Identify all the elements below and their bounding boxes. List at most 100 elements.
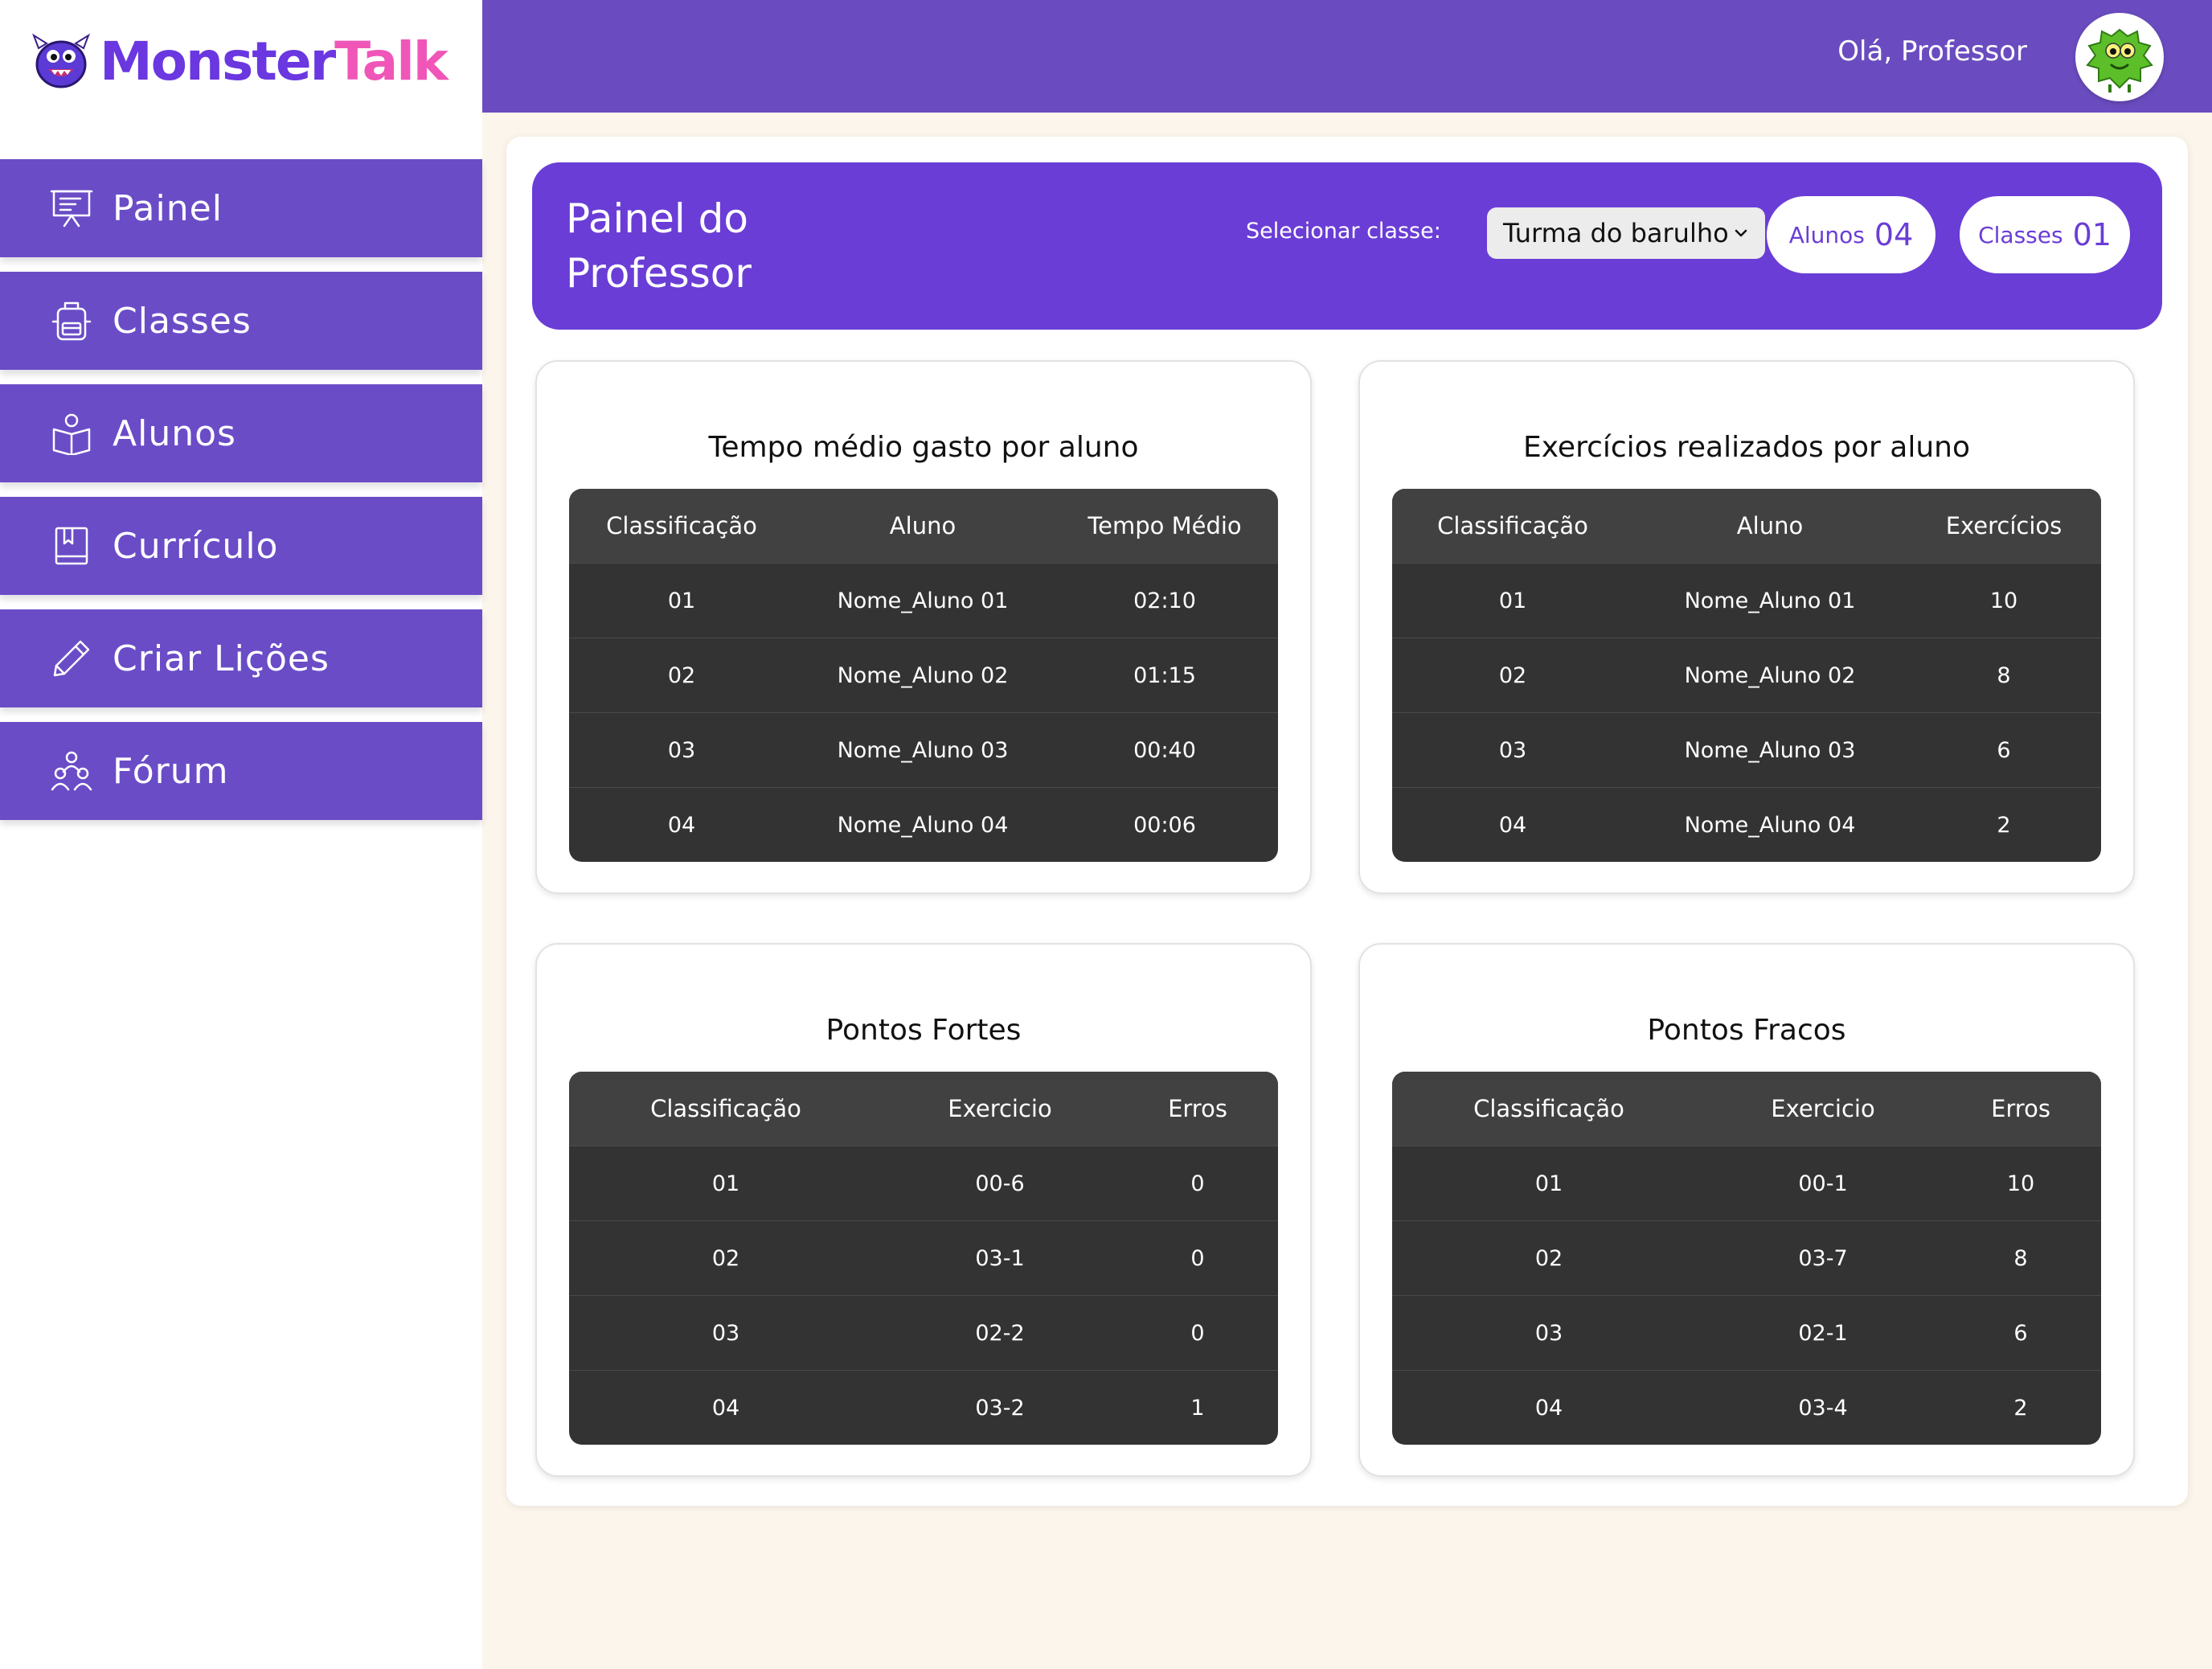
table-cell: 04 bbox=[711, 1395, 740, 1421]
table-cell: 01 bbox=[1498, 588, 1527, 613]
strengths-card: Pontos Fortes Classificação Exercicio Er… bbox=[535, 943, 1312, 1477]
table-cell: Nome_Aluno 04 bbox=[837, 812, 1009, 838]
column-header: Classificação bbox=[1473, 1095, 1624, 1122]
table-cell: Nome_Aluno 01 bbox=[1684, 588, 1856, 613]
top-bar: Olá, Professor bbox=[482, 0, 2212, 113]
classes-count-badge[interactable]: Classes 01 bbox=[1960, 196, 2130, 273]
table-cell: Nome_Aluno 02 bbox=[1684, 662, 1856, 688]
table-header: Classificação Aluno Exercícios bbox=[1392, 489, 2101, 563]
table-cell: 02 bbox=[711, 1245, 740, 1271]
column-header: Exercicio bbox=[1771, 1095, 1875, 1122]
table-cell: 10 bbox=[2006, 1171, 2035, 1196]
table-cell: 03-7 bbox=[1798, 1245, 1848, 1271]
table-cell: 03-4 bbox=[1798, 1395, 1848, 1421]
monster-logo-icon bbox=[32, 33, 90, 88]
dashboard-hero: Painel do Professor Selecionar classe: T… bbox=[532, 162, 2162, 330]
sidebar-item-painel[interactable]: Painel bbox=[0, 159, 482, 257]
table-cell: 6 bbox=[2013, 1320, 2028, 1346]
table-cell: 00-6 bbox=[975, 1171, 1025, 1196]
sidebar-item-curriculo[interactable]: Currículo bbox=[0, 497, 482, 595]
avg-time-card: Tempo médio gasto por aluno Classificaçã… bbox=[535, 360, 1312, 894]
table-cell: 2 bbox=[1997, 812, 2011, 838]
backpack-icon bbox=[51, 301, 92, 341]
table-row: 02 Nome_Aluno 02 01:15 bbox=[569, 638, 1278, 712]
table-cell: Nome_Aluno 04 bbox=[1684, 812, 1856, 838]
avg-time-table: Classificação Aluno Tempo Médio 01 Nome_… bbox=[569, 489, 1278, 862]
table-cell: 02-1 bbox=[1798, 1320, 1848, 1346]
strengths-table: Classificação Exercicio Erros 01 00-6 0 … bbox=[569, 1072, 1278, 1445]
table-cell: 04 bbox=[1534, 1395, 1563, 1421]
table-cell: 0 bbox=[1190, 1320, 1205, 1346]
table-cell: 00:40 bbox=[1133, 737, 1196, 763]
table-row: 01 Nome_Aluno 01 10 bbox=[1392, 563, 2101, 638]
student-book-icon bbox=[52, 413, 91, 455]
class-select-value: Turma do barulho bbox=[1503, 218, 1729, 248]
table-row: 04 Nome_Aluno 04 00:06 bbox=[569, 787, 1278, 862]
page-title: Painel do Professor bbox=[566, 195, 752, 297]
bookmark-book-icon bbox=[55, 527, 88, 565]
table-cell: 03 bbox=[667, 737, 696, 763]
classes-count-value: 01 bbox=[2072, 217, 2112, 252]
table-row: 01 00-6 0 bbox=[569, 1146, 1278, 1220]
exercises-table: Classificação Aluno Exercícios 01 Nome_A… bbox=[1392, 489, 2101, 862]
table-cell: 8 bbox=[2013, 1245, 2028, 1271]
table-cell: 03 bbox=[711, 1320, 740, 1346]
table-cell: 10 bbox=[1989, 588, 2018, 613]
column-header: Aluno bbox=[1736, 512, 1804, 539]
sidebar: MonsterTalk Painel Classes Alunos Curríc… bbox=[0, 0, 482, 1669]
sidebar-item-label: Painel bbox=[113, 187, 223, 229]
sidebar-item-forum[interactable]: Fórum bbox=[0, 722, 482, 820]
table-cell: 01 bbox=[667, 588, 696, 613]
sidebar-item-classes[interactable]: Classes bbox=[0, 272, 482, 370]
table-row: 04 03-4 2 bbox=[1392, 1370, 2101, 1445]
column-header: Erros bbox=[1991, 1095, 2050, 1122]
class-select-label: Selecionar classe: bbox=[1246, 219, 1441, 244]
main-content: Painel do Professor Selecionar classe: T… bbox=[506, 137, 2188, 1506]
exercises-card: Exercícios realizados por aluno Classifi… bbox=[1358, 360, 2135, 894]
sidebar-item-label: Criar Lições bbox=[113, 638, 330, 679]
table-cell: 03-1 bbox=[975, 1245, 1025, 1271]
sidebar-item-label: Classes bbox=[113, 300, 252, 342]
table-row: 01 Nome_Aluno 01 02:10 bbox=[569, 563, 1278, 638]
column-header: Exercicio bbox=[948, 1095, 1052, 1122]
column-header: Exercícios bbox=[1945, 512, 2062, 539]
table-cell: 02 bbox=[667, 662, 696, 688]
class-select[interactable]: Turma do barulho bbox=[1487, 207, 1765, 259]
column-header: Classificação bbox=[650, 1095, 801, 1122]
table-row: 03 02-2 0 bbox=[569, 1295, 1278, 1370]
table-row: 02 03-7 8 bbox=[1392, 1220, 2101, 1295]
pencil-icon bbox=[53, 640, 90, 677]
table-row: 04 03-2 1 bbox=[569, 1370, 1278, 1445]
table-cell: 02 bbox=[1534, 1245, 1563, 1271]
table-cell: 8 bbox=[1997, 662, 2011, 688]
logo[interactable]: MonsterTalk bbox=[31, 29, 449, 93]
card-title: Exercícios realizados por aluno bbox=[1522, 431, 1970, 464]
table-cell: 2 bbox=[2013, 1395, 2028, 1421]
sidebar-item-label: Currículo bbox=[113, 525, 279, 567]
table-header: Classificação Exercicio Erros bbox=[1392, 1072, 2101, 1146]
weaknesses-card: Pontos Fracos Classificação Exercicio Er… bbox=[1358, 943, 2135, 1477]
table-row: 03 Nome_Aluno 03 6 bbox=[1392, 712, 2101, 787]
table-cell: 6 bbox=[1997, 737, 2011, 763]
classes-count-label: Classes bbox=[1978, 221, 2063, 248]
column-header: Classificação bbox=[606, 512, 757, 539]
alunos-count-badge[interactable]: Alunos 04 bbox=[1767, 196, 1936, 273]
people-group-icon bbox=[51, 751, 92, 791]
table-cell: 0 bbox=[1190, 1245, 1205, 1271]
sidebar-item-alunos[interactable]: Alunos bbox=[0, 384, 482, 482]
table-row: 03 02-1 6 bbox=[1392, 1295, 2101, 1370]
card-title: Tempo médio gasto por aluno bbox=[708, 431, 1139, 464]
column-header: Tempo Médio bbox=[1088, 512, 1242, 539]
card-title: Pontos Fracos bbox=[1647, 1014, 1846, 1047]
sidebar-item-criar-licoes[interactable]: Criar Lições bbox=[0, 609, 482, 707]
table-cell: Nome_Aluno 02 bbox=[837, 662, 1009, 688]
column-header: Erros bbox=[1168, 1095, 1227, 1122]
logo-wordmark: MonsterTalk bbox=[100, 30, 449, 92]
table-cell: 02-2 bbox=[975, 1320, 1025, 1346]
avatar[interactable] bbox=[2075, 13, 2164, 101]
table-cell: 04 bbox=[667, 812, 696, 838]
table-cell: 01 bbox=[1534, 1171, 1563, 1196]
table-cell: 02 bbox=[1498, 662, 1527, 688]
table-row: 02 Nome_Aluno 02 8 bbox=[1392, 638, 2101, 712]
table-cell: 03-2 bbox=[975, 1395, 1025, 1421]
